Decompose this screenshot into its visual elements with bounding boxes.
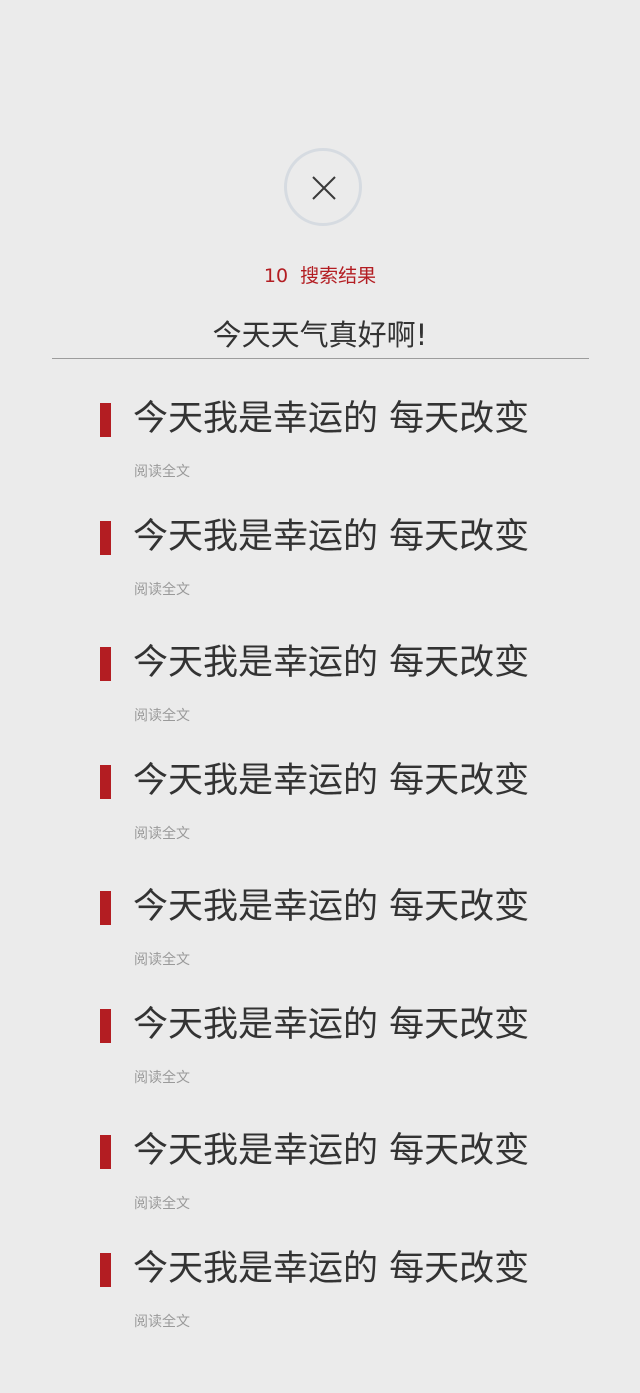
result-marker — [100, 891, 111, 925]
result-title[interactable]: 今天我是幸运的 每天改变 — [133, 515, 529, 559]
divider — [52, 358, 589, 359]
read-more-link[interactable]: 阅读全文 — [134, 1069, 190, 1087]
read-more-link[interactable]: 阅读全文 — [134, 463, 190, 481]
result-count: 10 搜索结果 — [0, 264, 640, 288]
result-item[interactable]: 今天我是幸运的 每天改变 阅读全文 — [100, 641, 560, 744]
result-title[interactable]: 今天我是幸运的 每天改变 — [133, 759, 529, 803]
result-title[interactable]: 今天我是幸运的 每天改变 — [133, 397, 529, 441]
close-button[interactable] — [284, 148, 362, 226]
result-item[interactable]: 今天我是幸运的 每天改变 阅读全文 — [100, 1247, 560, 1350]
result-item[interactable]: 今天我是幸运的 每天改变 阅读全文 — [100, 1003, 560, 1106]
result-item[interactable]: 今天我是幸运的 每天改变 阅读全文 — [100, 885, 560, 988]
result-title[interactable]: 今天我是幸运的 每天改变 — [133, 1003, 529, 1047]
close-icon — [312, 176, 336, 200]
result-title[interactable]: 今天我是幸运的 每天改变 — [133, 641, 529, 685]
result-item[interactable]: 今天我是幸运的 每天改变 阅读全文 — [100, 397, 560, 500]
result-marker — [100, 647, 111, 681]
result-item[interactable]: 今天我是幸运的 每天改变 阅读全文 — [100, 759, 560, 862]
read-more-link[interactable]: 阅读全文 — [134, 825, 190, 843]
result-item[interactable]: 今天我是幸运的 每天改变 阅读全文 — [100, 515, 560, 618]
read-more-link[interactable]: 阅读全文 — [134, 707, 190, 725]
result-count-label: 搜索结果 — [300, 265, 377, 287]
result-item[interactable]: 今天我是幸运的 每天改变 阅读全文 — [100, 1129, 560, 1232]
result-title[interactable]: 今天我是幸运的 每天改变 — [133, 1129, 529, 1173]
result-marker — [100, 1135, 111, 1169]
result-marker — [100, 1009, 111, 1043]
read-more-link[interactable]: 阅读全文 — [134, 581, 190, 599]
result-marker — [100, 1253, 111, 1287]
result-title[interactable]: 今天我是幸运的 每天改变 — [133, 1247, 529, 1291]
read-more-link[interactable]: 阅读全文 — [134, 1313, 190, 1331]
read-more-link[interactable]: 阅读全文 — [134, 951, 190, 969]
result-marker — [100, 765, 111, 799]
result-count-number: 10 — [263, 265, 289, 287]
result-title[interactable]: 今天我是幸运的 每天改变 — [133, 885, 529, 929]
read-more-link[interactable]: 阅读全文 — [134, 1195, 190, 1213]
search-query: 今天天气真好啊! — [212, 318, 428, 352]
result-marker — [100, 403, 111, 437]
result-marker — [100, 521, 111, 555]
